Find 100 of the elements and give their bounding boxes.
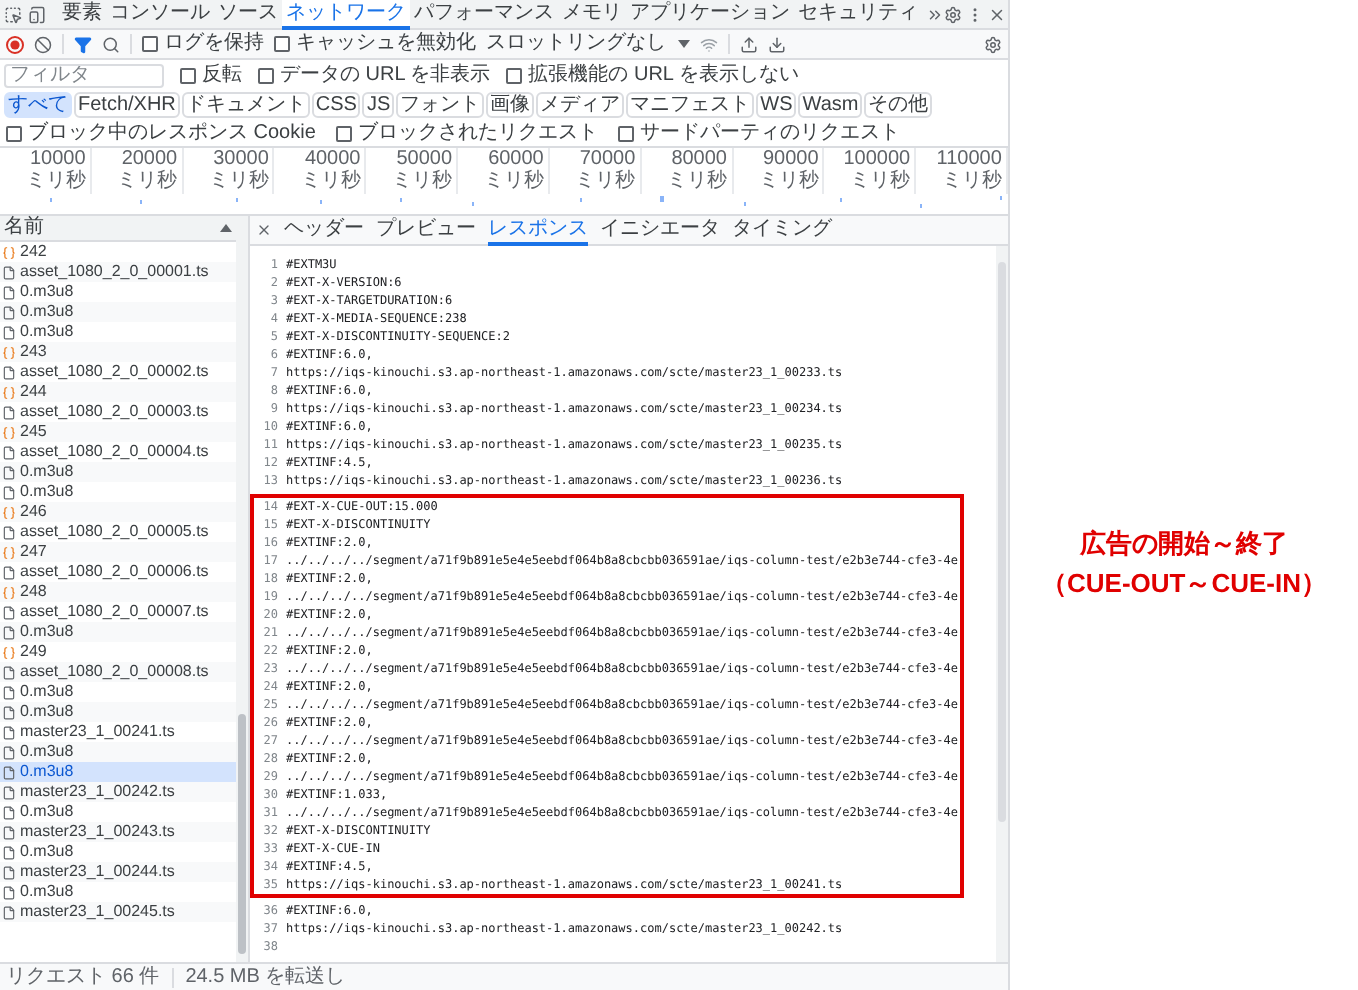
search-icon[interactable] [102,35,120,53]
settings-icon[interactable] [984,35,1002,53]
annotation-text: （CUE-OUT～CUE-IN） [1041,566,1327,602]
braces-icon [2,245,16,259]
braces-icon [2,585,16,599]
checkbox[interactable] [335,125,352,141]
settings-icon[interactable] [944,5,962,23]
checkbox[interactable] [142,36,158,52]
panel-tab[interactable]: 要素 [58,0,106,29]
braces-icon [2,425,16,439]
panel-tab[interactable]: パフォーマンス [410,0,558,29]
request-row[interactable]: master23_1_00244.ts [0,862,236,882]
request-row[interactable]: 247 [0,542,236,562]
request-row[interactable]: master23_1_00242.ts [0,782,236,802]
time-label: 40000 ミリ秒 [298,148,361,194]
checkbox[interactable] [6,125,22,141]
type-filter-chip[interactable]: CSS [311,92,361,118]
checkbox[interactable] [258,67,274,83]
type-filter-chip[interactable]: Wasm [798,92,863,118]
file-icon [2,885,16,899]
type-filter-chip[interactable]: 画像 [486,92,535,118]
file-icon [2,805,16,819]
throttling-dropdown[interactable]: スロットリングなし [486,32,690,56]
time-label: 110000 ミリ秒 [934,148,1002,194]
type-filter-chip[interactable]: マニフェスト [626,92,755,118]
inspect-icon[interactable] [4,5,22,23]
scrollbar-thumb[interactable] [998,262,1006,822]
transfer-size: 24.5 MB を転送し [185,965,346,989]
file-icon [2,465,16,479]
file-icon [2,705,16,719]
request-row[interactable]: 246 [0,502,236,522]
panel-tab[interactable]: メモリ [558,0,626,29]
detail-tab[interactable]: イニシエータ [600,215,720,245]
clear-icon[interactable] [34,35,52,53]
checkbox[interactable] [180,67,196,83]
request-row[interactable]: 0.m3u8 [0,622,236,642]
filter-field[interactable]: フィルタ [4,63,164,87]
filter-icon[interactable] [74,35,92,53]
file-icon [2,725,16,739]
panel-tab[interactable]: コンソール [106,0,214,29]
checkbox-label: ログを保持 [164,32,264,56]
request-row[interactable]: 243 [0,342,236,362]
file-icon [2,485,16,499]
close-icon[interactable] [256,222,272,238]
request-row[interactable]: 248 [0,582,236,602]
type-filter-chip[interactable]: すべて [4,92,72,118]
file-icon [2,825,16,839]
close-icon[interactable] [988,5,1006,23]
detail-tab[interactable]: タイミング [732,215,832,245]
type-filter-chip[interactable]: フォント [396,92,485,118]
detail-tab[interactable]: プレビュー [376,215,476,245]
request-row[interactable]: 0.m3u8 [0,762,236,782]
request-row[interactable]: 0.m3u8 [0,702,236,722]
sort-icon [220,224,232,232]
request-row[interactable]: 244 [0,382,236,402]
more-tabs-icon[interactable] [926,5,944,23]
file-icon [2,665,16,679]
column-header[interactable]: 名前 [4,216,44,240]
braces-icon [2,385,16,399]
type-filter-chip[interactable]: ドキュメント [181,92,310,118]
record-icon[interactable] [6,35,24,53]
type-filter-chip[interactable]: その他 [864,92,933,118]
request-row[interactable]: 245 [0,422,236,442]
request-row[interactable]: 0.m3u8 [0,302,236,322]
panel-tab[interactable]: ネットワーク [282,0,410,29]
checkbox-label: キャッシュを無効化 [296,32,476,56]
type-filter-chip[interactable]: JS [362,92,395,118]
request-row[interactable]: asset_1080_2_0_00001.ts [0,262,236,282]
caret-icon [678,40,690,48]
detail-tab[interactable]: レスポンス [488,215,588,245]
type-filter-chip[interactable]: WS [756,92,797,118]
braces-icon [2,645,16,659]
type-filter-chip[interactable]: Fetch/XHR [74,92,180,118]
time-label: 10000 ミリ秒 [23,148,86,194]
file-icon [2,325,16,339]
checkbox[interactable] [506,67,523,83]
request-row[interactable]: asset_1080_2_0_00008.ts [0,662,236,682]
request-row[interactable]: 0.m3u8 [0,742,236,762]
download-icon[interactable] [768,35,786,53]
file-icon [2,265,16,279]
checkbox[interactable] [617,125,634,141]
panel-tab[interactable]: アプリケーション [626,0,794,29]
request-row[interactable]: master23_1_00243.ts [0,822,236,842]
checkbox-label: サードパーティのリクエスト [639,121,900,145]
panel-tab[interactable]: セキュリティ [794,0,922,29]
checkbox-label: 反転 [202,63,242,87]
scrollbar-thumb[interactable] [238,714,246,954]
request-row[interactable]: master23_1_00245.ts [0,902,236,922]
panel-tab[interactable]: ソース [214,0,282,29]
detail-tab[interactable]: ヘッダー [284,215,364,245]
upload-icon[interactable] [740,35,758,53]
checkbox-label: データの URL を非表示 [280,63,491,87]
device-icon[interactable] [28,5,46,23]
file-icon [2,365,16,379]
checkbox[interactable] [274,36,290,52]
type-filter-chip[interactable]: メディア [536,92,625,118]
file-icon [2,305,16,319]
annotation-text: 広告の開始～終了 [1080,526,1288,562]
request-row[interactable]: 0.m3u8 [0,462,236,482]
time-label: 90000 ミリ秒 [756,148,819,194]
